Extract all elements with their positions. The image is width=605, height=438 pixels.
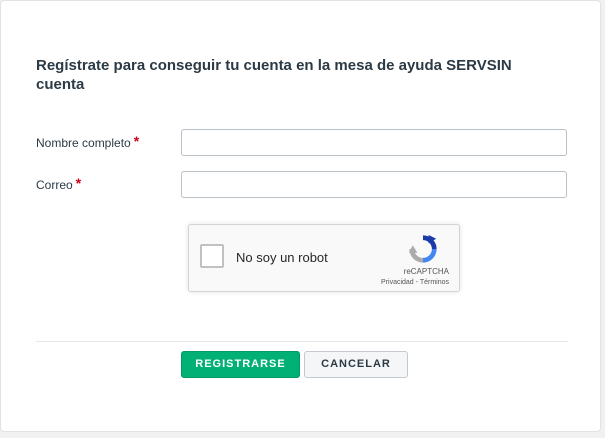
full-name-input[interactable] (181, 129, 567, 156)
full-name-label: Nombre completo * (36, 133, 140, 150)
privacy-link[interactable]: Privacidad (381, 279, 414, 286)
recaptcha-widget: No soy un robot reCAPTCHA Privacidad - T… (188, 224, 460, 292)
required-marker: * (133, 133, 140, 149)
email-label: Correo * (36, 175, 82, 192)
recaptcha-label: No soy un robot (236, 250, 328, 265)
email-label-text: Correo (36, 178, 73, 192)
cancel-button[interactable]: CANCELAR (304, 351, 408, 378)
recaptcha-links: Privacidad - Términos (381, 279, 449, 286)
full-name-label-text: Nombre completo (36, 136, 131, 150)
register-button[interactable]: REGISTRARSE (181, 351, 300, 378)
required-marker: * (75, 175, 82, 191)
form-divider (36, 341, 568, 342)
form-title: Regístrate para conseguir tu cuenta en l… (36, 57, 512, 93)
terms-link[interactable]: Términos (420, 279, 449, 286)
recaptcha-logo-icon (408, 234, 437, 263)
recaptcha-checkbox[interactable] (200, 244, 224, 268)
email-input[interactable] (181, 171, 567, 198)
signup-card: Regístrate para conseguir tu cuenta en l… (0, 0, 601, 432)
recaptcha-brand: reCAPTCHA (403, 267, 449, 276)
